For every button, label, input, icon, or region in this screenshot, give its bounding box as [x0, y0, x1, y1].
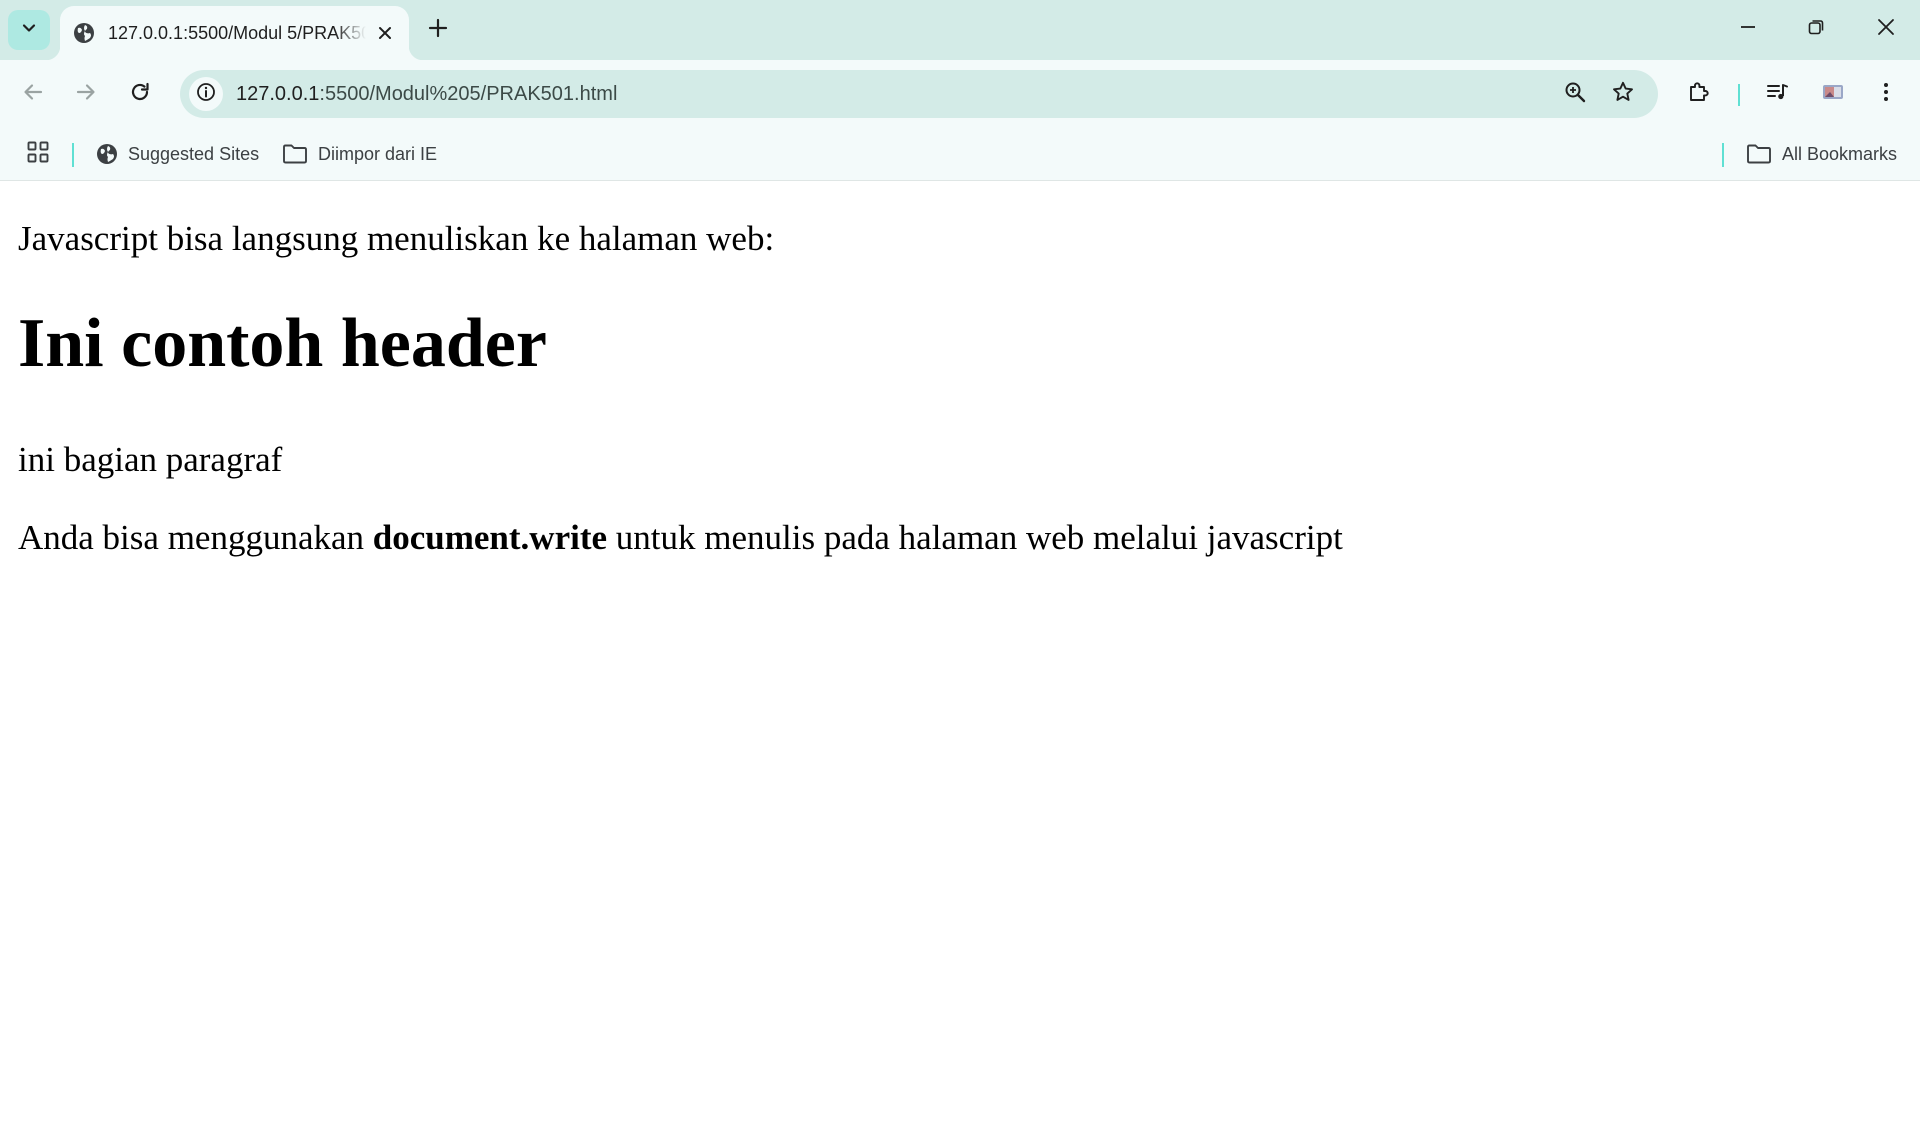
- bookmark-star-button[interactable]: [1603, 74, 1643, 114]
- all-bookmarks-label: All Bookmarks: [1782, 143, 1898, 164]
- restore-button[interactable]: [1786, 6, 1846, 52]
- restore-icon: [1807, 18, 1825, 41]
- minimize-icon: [1739, 18, 1757, 41]
- tab-strip: 127.0.0.1:5500/Modul 5/PRAK501.html: [0, 0, 1920, 60]
- document-write-code: document.write: [372, 518, 608, 557]
- address-bar[interactable]: 127.0.0.1:5500/Modul%205/PRAK501.html: [180, 70, 1658, 118]
- avatar-icon: [1821, 80, 1845, 109]
- url-text[interactable]: 127.0.0.1:5500/Modul%205/PRAK501.html: [236, 70, 617, 118]
- bookmark-label: Suggested Sites: [128, 143, 260, 164]
- forward-button[interactable]: [66, 74, 106, 114]
- write-text-after: untuk menulis pada halaman web melalui j…: [607, 518, 1343, 557]
- globe-icon: [97, 144, 117, 164]
- minimize-button[interactable]: [1718, 6, 1778, 52]
- page-heading: Ini contoh header: [18, 305, 547, 382]
- tab-title: 127.0.0.1:5500/Modul 5/PRAK501.html: [108, 23, 366, 43]
- close-tab-icon[interactable]: [373, 21, 397, 45]
- apps-grid-icon: [26, 140, 60, 169]
- bookmarks-bar: Suggested Sites Diimpor dari IE All Book…: [0, 128, 1920, 181]
- arrow-left-icon: [22, 81, 44, 108]
- close-icon: [1877, 18, 1895, 41]
- site-info-button[interactable]: [189, 77, 223, 111]
- music-queue-icon: [1766, 80, 1790, 109]
- apps-button[interactable]: [26, 137, 60, 171]
- reload-button[interactable]: [120, 74, 160, 114]
- active-tab[interactable]: 127.0.0.1:5500/Modul 5/PRAK501.html: [46, 6, 423, 60]
- profile-button[interactable]: [1813, 74, 1853, 114]
- plus-icon: [428, 18, 448, 43]
- intro-text: Javascript bisa langsung menuliskan ke h…: [18, 219, 775, 258]
- zoom-in-icon: [1564, 81, 1586, 108]
- url-path: :5500/Modul%205/PRAK501.html: [319, 83, 618, 105]
- star-icon: [1611, 80, 1635, 109]
- folder-icon: [283, 144, 307, 164]
- url-host: 127.0.0.1: [236, 83, 320, 105]
- bookmark-folder-diimpor[interactable]: Diimpor dari IE: [282, 137, 437, 171]
- all-bookmarks-button[interactable]: All Bookmarks: [1746, 137, 1897, 171]
- bookmark-suggested-sites[interactable]: Suggested Sites: [96, 137, 259, 171]
- reload-icon: [129, 81, 151, 108]
- info-icon: [196, 82, 216, 107]
- close-window-button[interactable]: [1856, 6, 1916, 52]
- extensions-button[interactable]: [1679, 74, 1719, 114]
- document-write-text: Anda bisa menggunakan document.write unt…: [18, 518, 1343, 558]
- new-tab-button[interactable]: [422, 12, 454, 48]
- write-text-before: Anda bisa menggunakan: [18, 518, 373, 557]
- back-button[interactable]: [13, 74, 53, 114]
- browser-toolbar: 127.0.0.1:5500/Modul%205/PRAK501.html: [0, 60, 1920, 128]
- paragraph-text: ini bagian paragraf: [18, 440, 283, 479]
- folder-icon: [1747, 144, 1771, 164]
- arrow-right-icon: [75, 81, 97, 108]
- toolbar-divider: [1738, 84, 1740, 106]
- bookmarks-divider: [72, 143, 74, 167]
- globe-icon: [72, 21, 96, 45]
- tab-search-button[interactable]: [8, 10, 50, 50]
- menu-button[interactable]: [1866, 74, 1906, 114]
- bookmarks-divider: [1722, 143, 1724, 167]
- bookmark-label: Diimpor dari IE: [318, 143, 438, 164]
- puzzle-icon: [1687, 80, 1711, 109]
- more-vertical-icon: [1875, 81, 1897, 108]
- zoom-button[interactable]: [1555, 74, 1595, 114]
- media-controls-button[interactable]: [1758, 74, 1798, 114]
- chevron-down-icon: [20, 19, 38, 42]
